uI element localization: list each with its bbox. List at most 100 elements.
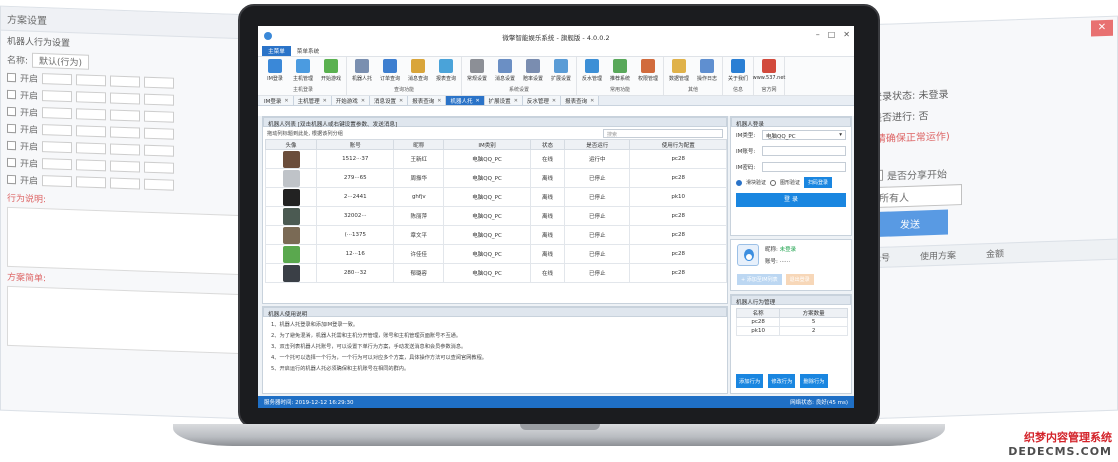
bg-checkbox[interactable] [7, 106, 16, 117]
slider-verify-radio[interactable] [736, 179, 742, 186]
bg-checkbox[interactable] [7, 72, 16, 83]
bg-input-box[interactable] [42, 73, 73, 86]
ribbon-button[interactable]: 扩展设置 [547, 57, 575, 86]
close-tab-icon[interactable]: ✕ [399, 98, 403, 104]
ribbon-button[interactable]: IM登录 [261, 57, 289, 86]
bg-send-button[interactable]: 发送 [872, 209, 948, 238]
column-header[interactable]: 昵称 [393, 139, 445, 150]
search-input[interactable]: 搜索 [603, 128, 723, 138]
ribbon-button[interactable]: 赔率设置 [519, 57, 547, 86]
column-header[interactable]: 使用行为配置 [629, 139, 727, 150]
bg-input-box[interactable] [42, 141, 73, 154]
bg-input-box[interactable] [144, 110, 175, 123]
bg-checkbox[interactable] [7, 89, 16, 100]
im-type-select[interactable]: 电脑QQ_PC ▾ [762, 130, 846, 140]
document-tab[interactable]: IM登录 ✕ [260, 96, 294, 105]
minimize-icon[interactable]: – [816, 30, 820, 39]
ribbon-button[interactable]: 数据管理 [665, 57, 693, 86]
add-to-im-list-button[interactable]: + 添加至IM列表 [737, 274, 782, 285]
logout-button[interactable]: 退出登录 [785, 274, 814, 285]
ribbon-tab[interactable]: 菜单系统 [291, 46, 325, 56]
column-header[interactable]: IM类别 [443, 139, 531, 150]
delete-behavior-button[interactable]: 删除行为 [800, 374, 828, 388]
bg-input-box[interactable] [42, 90, 73, 103]
ribbon-button[interactable]: 关于我们 [724, 57, 752, 86]
bg-input-box[interactable] [76, 142, 107, 155]
table-row[interactable]: 280···32 郁璐容 电脑QQ_PC 在线 已停止 pc28 [264, 263, 727, 283]
close-tab-icon[interactable]: ✕ [361, 98, 365, 104]
scan-login-button[interactable]: 扫码登录 [804, 177, 833, 188]
bg-checkbox[interactable] [7, 174, 16, 185]
bg-input-box[interactable] [110, 143, 141, 156]
bg-input-box[interactable] [110, 160, 141, 173]
bg-input-box[interactable] [76, 74, 107, 87]
bg-input-box[interactable] [144, 127, 175, 140]
ribbon-button[interactable]: 报表查询 [432, 57, 460, 86]
image-verify-radio[interactable] [770, 179, 777, 186]
bg-input-box[interactable] [144, 178, 175, 191]
login-button[interactable]: 登 录 [736, 193, 846, 207]
im-password-input[interactable] [762, 162, 846, 172]
table-row[interactable]: 1512···37 王新红 电脑QQ_PC 在线 运行中 pc28 [264, 149, 727, 169]
ribbon-button[interactable]: 订单查询 [376, 57, 404, 86]
bg-input-box[interactable] [76, 176, 107, 189]
behavior-row[interactable]: pk10 2 [735, 326, 848, 336]
maximize-icon[interactable]: □ [828, 30, 836, 39]
ribbon-button[interactable]: 推荐系统 [606, 57, 634, 86]
bg-input-box[interactable] [42, 124, 73, 137]
bg-select[interactable]: 所有人 [872, 184, 962, 209]
edit-behavior-button[interactable]: 修改行为 [768, 374, 796, 388]
bg-checkbox[interactable] [7, 123, 16, 134]
ribbon-button[interactable]: 机器人托 [348, 57, 376, 86]
document-tab[interactable]: 报表查询 ✕ [561, 96, 600, 105]
close-tab-icon[interactable]: ✕ [437, 98, 441, 104]
bg-input-box[interactable] [76, 91, 107, 104]
document-tab[interactable]: 反水管理 ✕ [522, 96, 562, 105]
close-icon[interactable]: ✕ [1091, 19, 1113, 37]
document-tab[interactable]: 扩展设置 ✕ [484, 96, 523, 105]
bg-input-box[interactable] [76, 159, 107, 172]
ribbon-button[interactable]: 常规设置 [463, 57, 491, 86]
table-row[interactable]: 279···65 周振华 电脑QQ_PC 离线 已停止 pc28 [264, 168, 727, 188]
ribbon-button[interactable]: 权限管理 [634, 57, 662, 86]
ribbon-button[interactable]: 消息查询 [404, 57, 432, 86]
close-tab-icon[interactable]: ✕ [552, 98, 556, 104]
close-tab-icon[interactable]: ✕ [590, 98, 594, 104]
bg-input-box[interactable] [76, 125, 107, 138]
document-tab[interactable]: 主机管理 ✕ [293, 96, 332, 105]
bg-input-box[interactable] [42, 175, 73, 188]
bg-input-box[interactable] [144, 76, 175, 89]
close-tab-icon[interactable]: ✕ [284, 98, 288, 104]
document-tab[interactable]: 报表查询 ✕ [408, 96, 447, 105]
bg-input-box[interactable] [110, 109, 141, 122]
column-header[interactable]: 是否运行 [564, 139, 631, 150]
bg-input-box[interactable] [110, 75, 141, 88]
column-header[interactable]: 账号 [316, 139, 395, 150]
close-window-icon[interactable]: ✕ [843, 30, 850, 39]
ribbon-button[interactable]: www.537.net [753, 57, 785, 86]
document-tab[interactable]: 开始游戏 ✕ [331, 96, 371, 105]
table-row[interactable]: 2···2441 ghfjv 电脑QQ_PC 离线 已停止 pk10 [264, 187, 727, 207]
bg-input-box[interactable] [76, 108, 107, 121]
bg-input-box[interactable] [42, 107, 73, 120]
ribbon-button[interactable]: 反水管理 [578, 57, 606, 86]
bg-input-box[interactable] [110, 177, 141, 190]
im-account-input[interactable] [762, 146, 846, 156]
close-tab-icon[interactable]: ✕ [514, 98, 518, 104]
ribbon-button[interactable]: 开始游戏 [317, 57, 345, 86]
bg-input-box[interactable] [42, 158, 73, 171]
behavior-row[interactable]: pc28 5 [735, 317, 848, 327]
bg-input-box[interactable] [110, 92, 141, 105]
column-header[interactable]: 状态 [529, 139, 566, 150]
column-header[interactable]: 头像 [264, 139, 318, 150]
bg-input-box[interactable] [144, 161, 175, 174]
bg-input-box[interactable] [144, 93, 175, 106]
ribbon-button[interactable]: 主机管理 [289, 57, 317, 86]
ribbon-tab[interactable]: 主菜单 [262, 46, 291, 56]
bg-input-box[interactable] [110, 126, 141, 139]
add-behavior-button[interactable]: 添加行为 [736, 374, 764, 388]
close-tab-icon[interactable]: ✕ [323, 98, 327, 104]
ribbon-button[interactable]: 操作日志 [693, 57, 721, 86]
document-tab[interactable]: 机器人托 ✕ [446, 96, 485, 105]
table-row[interactable]: 32002··· 陈丽萍 电脑QQ_PC 离线 已停止 pc28 [264, 206, 727, 226]
